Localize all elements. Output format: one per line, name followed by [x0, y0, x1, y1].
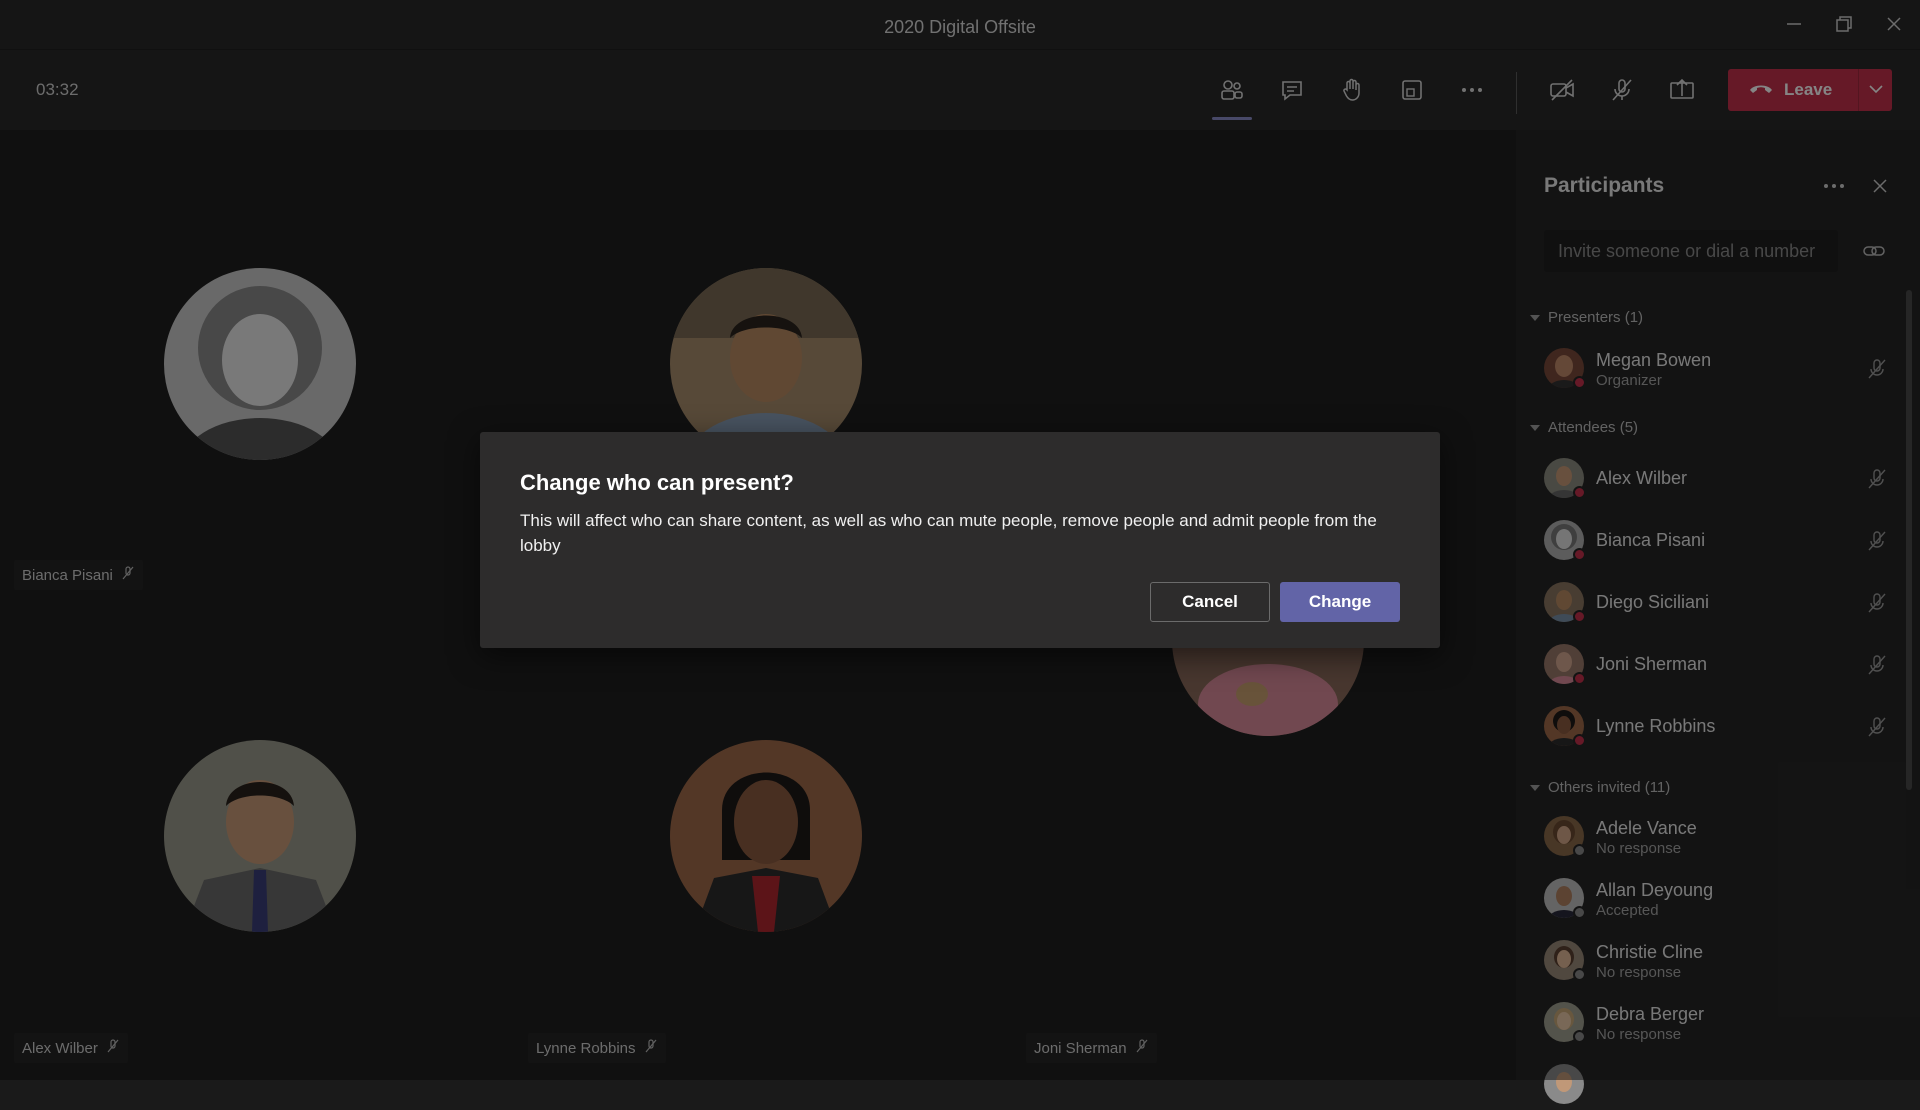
change-button[interactable]: Change [1280, 582, 1400, 622]
cancel-button[interactable]: Cancel [1150, 582, 1270, 622]
change-presenter-dialog: Change who can present? This will affect… [480, 432, 1440, 648]
dialog-title: Change who can present? [520, 470, 794, 495]
dialog-body: This will affect who can share content, … [520, 511, 1377, 555]
